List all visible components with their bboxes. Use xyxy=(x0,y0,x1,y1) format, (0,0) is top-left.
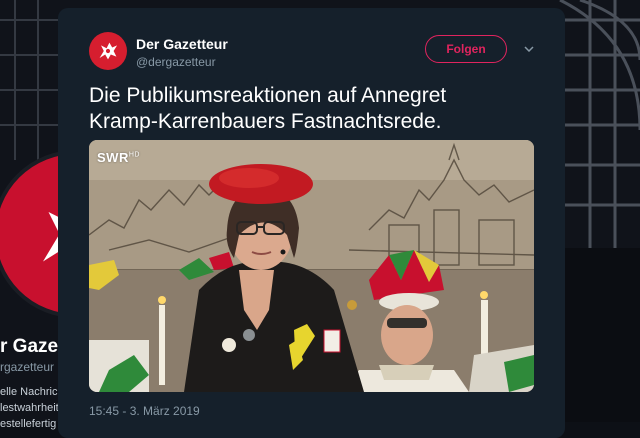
author-handle[interactable]: @dergazetteur xyxy=(136,55,216,69)
video-frame-image xyxy=(89,140,534,392)
tweet-text-line: Kramp-Karrenbauers Fastnachtsrede. xyxy=(89,110,442,133)
tweet-video[interactable]: SWRHD xyxy=(89,140,534,392)
broadcaster-logo-text: SWR xyxy=(97,150,129,165)
tweet-modal: Der Gazetteur @dergazetteur Folgen Die P… xyxy=(58,8,565,438)
chevron-down-icon[interactable] xyxy=(524,44,534,54)
follow-button[interactable]: Folgen xyxy=(425,35,507,63)
bio-line: estellefertig xyxy=(0,418,57,430)
author-name[interactable]: Der Gazetteur xyxy=(136,36,228,52)
author-avatar[interactable] xyxy=(89,32,127,70)
gazetteur-dragon-logo xyxy=(99,42,118,60)
broadcaster-logo: SWRHD xyxy=(97,150,140,165)
background-profile-handle: rgazetteur xyxy=(0,360,55,374)
bio-line: lestwahrheit xyxy=(0,402,59,414)
tweet-timestamp[interactable]: 15:45 - 3. März 2019 xyxy=(89,404,200,418)
tweet-text: Die Publikumsreaktionen auf Annegret Kra… xyxy=(89,83,549,135)
hd-badge: HD xyxy=(128,151,140,159)
background-profile-bio: elle Nachrich lestwahrheit estellefertig xyxy=(0,384,64,432)
tweet-text-line: Die Publikumsreaktionen auf Annegret xyxy=(89,84,447,107)
bio-line: elle Nachrich xyxy=(0,386,64,398)
